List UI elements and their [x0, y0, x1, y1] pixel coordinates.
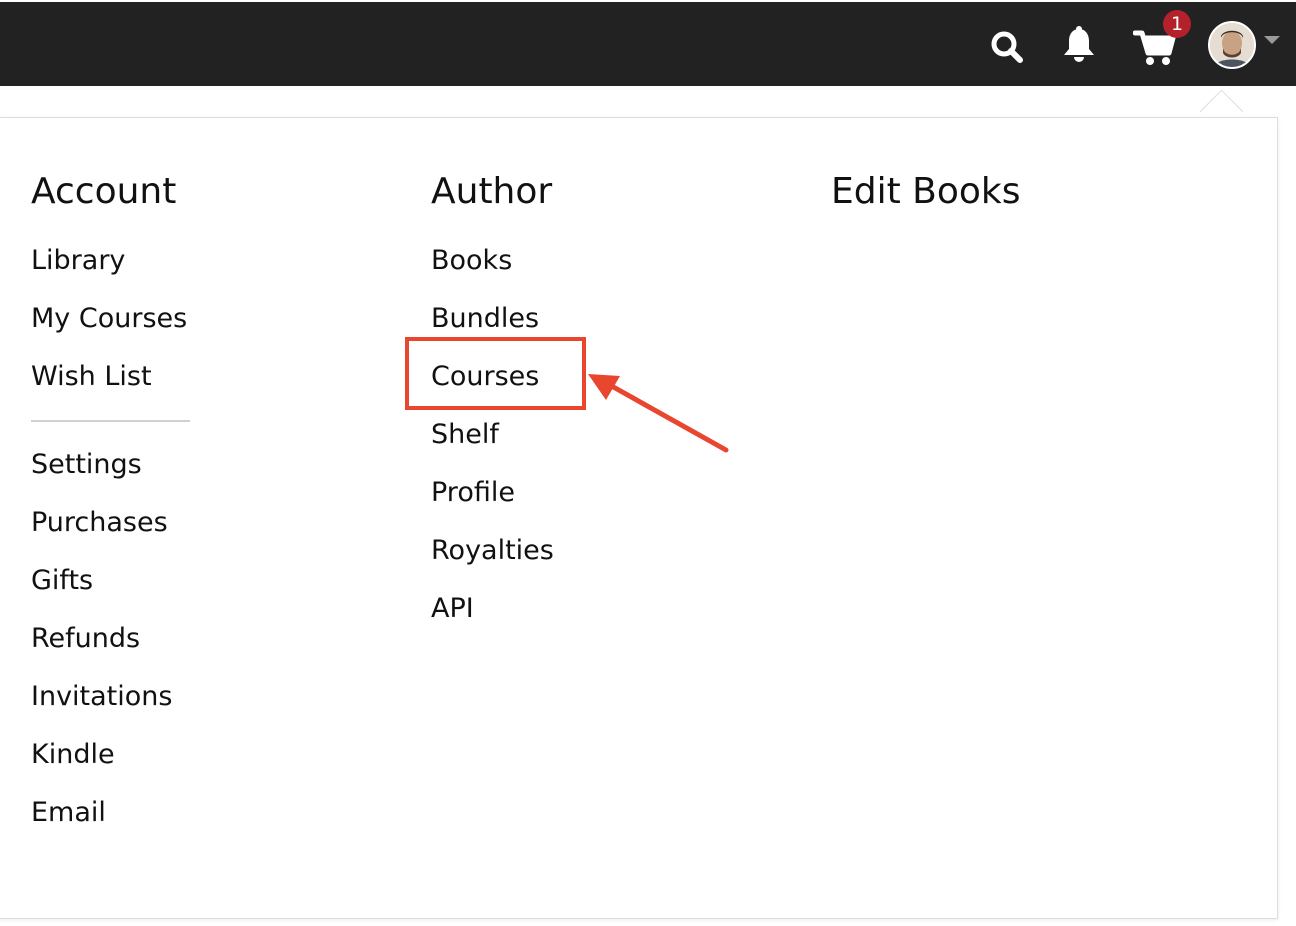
account-menu-top: Library My Courses Wish List	[31, 232, 190, 406]
menu-item-refunds[interactable]: Refunds	[31, 610, 190, 668]
search-button[interactable]	[986, 26, 1028, 68]
menu-item-kindle[interactable]: Kindle	[31, 726, 190, 784]
avatar-image	[1210, 23, 1254, 67]
menu-item-profile[interactable]: Profile	[431, 464, 554, 522]
menu-item-invitations[interactable]: Invitations	[31, 668, 190, 726]
cart-count-badge: 1	[1163, 10, 1191, 38]
menu-item-library[interactable]: Library	[31, 232, 190, 290]
author-heading: Author	[431, 171, 553, 212]
menu-item-purchases[interactable]: Purchases	[31, 494, 190, 552]
menu-item-my-courses[interactable]: My Courses	[31, 290, 190, 348]
notifications-button[interactable]	[1058, 24, 1100, 66]
top-navbar: 1	[0, 0, 1296, 86]
edit-books-heading[interactable]: Edit Books	[831, 164, 1021, 220]
account-menu-bottom: Settings Purchases Gifts Refunds Invitat…	[31, 436, 190, 842]
annotation-arrow-icon	[588, 374, 729, 453]
search-icon	[991, 31, 1023, 63]
account-dropdown-menu	[0, 117, 1278, 919]
avatar[interactable]	[1208, 21, 1256, 69]
menu-item-gifts[interactable]: Gifts	[31, 552, 190, 610]
annotation-highlight-box	[405, 337, 586, 410]
account-heading: Account	[31, 171, 177, 212]
edit-books-column: Edit Books	[831, 164, 1021, 220]
account-column: Account Library My Courses Wish List Set…	[31, 164, 190, 842]
menu-item-wish-list[interactable]: Wish List	[31, 348, 190, 406]
menu-item-api[interactable]: API	[431, 580, 554, 638]
bell-icon	[1064, 26, 1094, 62]
menu-item-email[interactable]: Email	[31, 784, 190, 842]
menu-item-royalties[interactable]: Royalties	[431, 522, 554, 580]
menu-item-shelf[interactable]: Shelf	[431, 406, 554, 464]
caret-down-icon[interactable]	[1264, 36, 1280, 44]
menu-item-books[interactable]: Books	[431, 232, 554, 290]
menu-item-settings[interactable]: Settings	[31, 436, 190, 494]
author-menu: Books Bundles Courses Shelf Profile Roya…	[431, 232, 554, 638]
menu-divider	[31, 420, 190, 422]
